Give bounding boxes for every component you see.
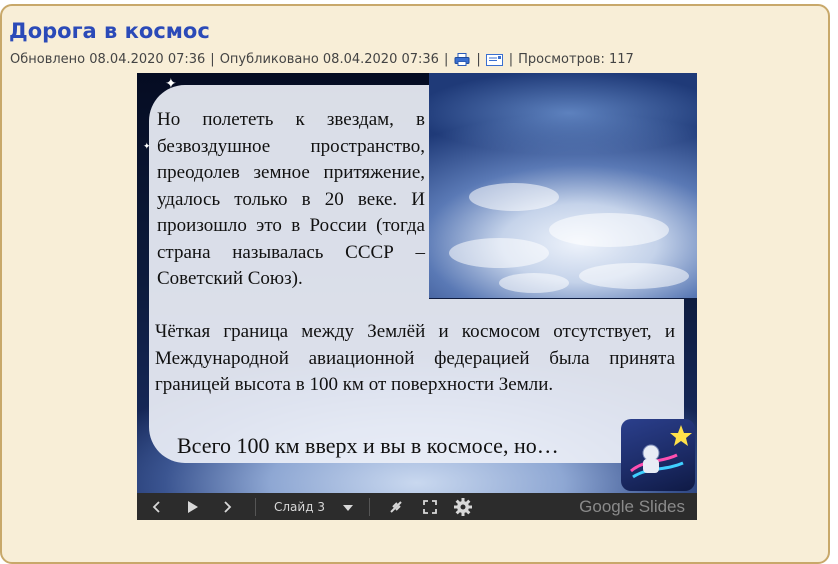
google-slides-brand[interactable]: Google Slides: [579, 497, 685, 517]
views-count: Просмотров: 117: [518, 52, 634, 67]
play-icon[interactable]: [177, 493, 207, 520]
article-title[interactable]: Дорога в космос: [9, 19, 210, 43]
chevron-right-icon[interactable]: [207, 493, 247, 520]
gear-icon[interactable]: [446, 493, 480, 520]
slide-paragraph-middle: Чёткая граница между Землёй и космосом о…: [155, 321, 675, 395]
updated-date: Обновлено 08.04.2020 07:36: [10, 52, 206, 67]
slides-embed[interactable]: ✦ ✦ Но полететь к звездам, в безвоздушно…: [137, 73, 697, 520]
meta-separator: |: [210, 52, 215, 67]
meta-separator: |: [443, 52, 449, 67]
chevron-left-icon[interactable]: [137, 493, 177, 520]
published-date: Опубликовано 08.04.2020 07:36: [219, 52, 439, 67]
meta-separator: |: [476, 52, 481, 67]
print-icon[interactable]: [453, 53, 471, 67]
earth-photo: [429, 73, 697, 298]
control-divider: [368, 497, 370, 516]
slide-select-label: Слайд 3: [274, 499, 325, 514]
slide-paragraph-bottom: Всего 100 км вверх и вы в космосе, но…: [177, 433, 559, 458]
slide-select[interactable]: Слайд 3: [264, 493, 361, 520]
slide-background: ✦ ✦ Но полететь к звездам, в безвоздушно…: [137, 73, 697, 493]
fullscreen-icon[interactable]: [414, 493, 446, 520]
chevron-down-icon: [342, 500, 353, 514]
meta-separator: |: [508, 52, 514, 67]
email-icon[interactable]: [486, 53, 504, 67]
astronaut-image: [621, 419, 695, 491]
slide-paragraph-top: Но полететь к звездам, в безвоздушное пр…: [157, 109, 425, 289]
control-divider: [255, 497, 256, 516]
article-meta: Обновлено 08.04.2020 07:36 | Опубликован…: [10, 52, 634, 67]
slides-control-bar: Слайд 3 Google Slides: [137, 493, 697, 520]
laser-pointer-icon[interactable]: [378, 493, 414, 520]
